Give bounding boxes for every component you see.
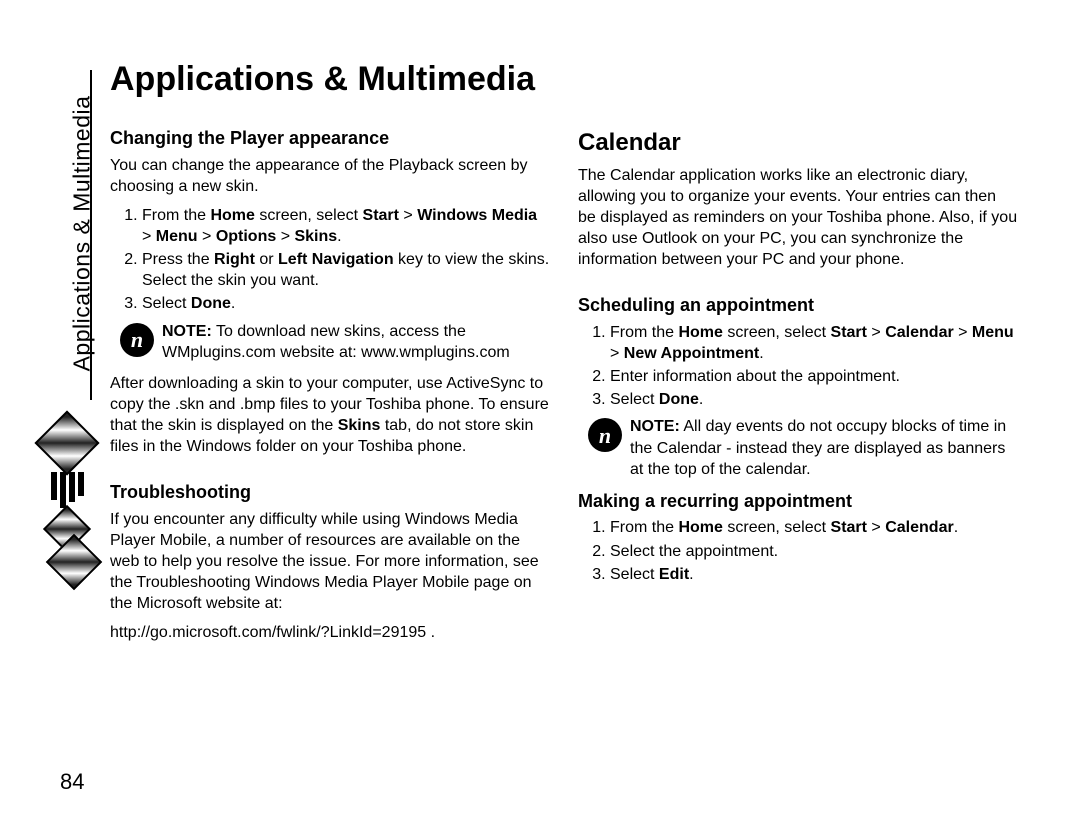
- step-3: Select Done.: [610, 389, 1018, 410]
- side-tab: Applications & Multimedia: [62, 70, 92, 400]
- section-heading-troubleshooting: Troubleshooting: [110, 481, 550, 505]
- troubleshooting-para: If you encounter any difficulty while us…: [110, 509, 550, 615]
- step-2: Select the appointment.: [610, 541, 1018, 562]
- player-appearance-steps: From the Home screen, select Start > Win…: [110, 205, 550, 315]
- side-decoration-icon: [40, 420, 94, 588]
- step-2: Press the Right or Left Navigation key t…: [142, 249, 550, 291]
- note-text: NOTE: All day events do not occupy block…: [630, 416, 1018, 479]
- side-tab-label: Applications & Multimedia: [69, 74, 96, 394]
- section-heading-scheduling: Scheduling an appointment: [578, 294, 1018, 318]
- step-1: From the Home screen, select Start > Cal…: [610, 322, 1018, 364]
- section-heading-calendar: Calendar: [578, 127, 1018, 159]
- step-3: Select Edit.: [610, 564, 1018, 585]
- section-heading-recurring: Making a recurring appointment: [578, 490, 1018, 514]
- troubleshooting-url: http://go.microsoft.com/fwlink/?LinkId=2…: [110, 622, 550, 643]
- note-skins: n NOTE: To download new skins, access th…: [120, 321, 550, 363]
- page-number: 84: [60, 769, 84, 795]
- step-2: Enter information about the appointment.: [610, 366, 1018, 387]
- note-icon: n: [588, 418, 622, 452]
- step-1: From the Home screen, select Start > Cal…: [610, 517, 1018, 538]
- player-appearance-after: After downloading a skin to your compute…: [110, 373, 550, 457]
- calendar-intro: The Calendar application works like an e…: [578, 165, 1018, 271]
- left-column: Changing the Player appearance You can c…: [110, 127, 550, 652]
- page-title: Applications & Multimedia: [110, 60, 1020, 99]
- step-1: From the Home screen, select Start > Win…: [142, 205, 550, 247]
- note-text: NOTE: To download new skins, access the …: [162, 321, 550, 363]
- note-allday: n NOTE: All day events do not occupy blo…: [588, 416, 1018, 479]
- recurring-steps: From the Home screen, select Start > Cal…: [578, 517, 1018, 584]
- scheduling-steps: From the Home screen, select Start > Cal…: [578, 322, 1018, 410]
- player-appearance-intro: You can change the appearance of the Pla…: [110, 155, 550, 197]
- content-columns: Changing the Player appearance You can c…: [110, 127, 1020, 652]
- step-3: Select Done.: [142, 293, 550, 314]
- note-icon: n: [120, 323, 154, 357]
- section-heading-player-appearance: Changing the Player appearance: [110, 127, 550, 151]
- manual-page: Applications & Multimedia Applications &…: [0, 0, 1080, 835]
- right-column: Calendar The Calendar application works …: [578, 127, 1018, 652]
